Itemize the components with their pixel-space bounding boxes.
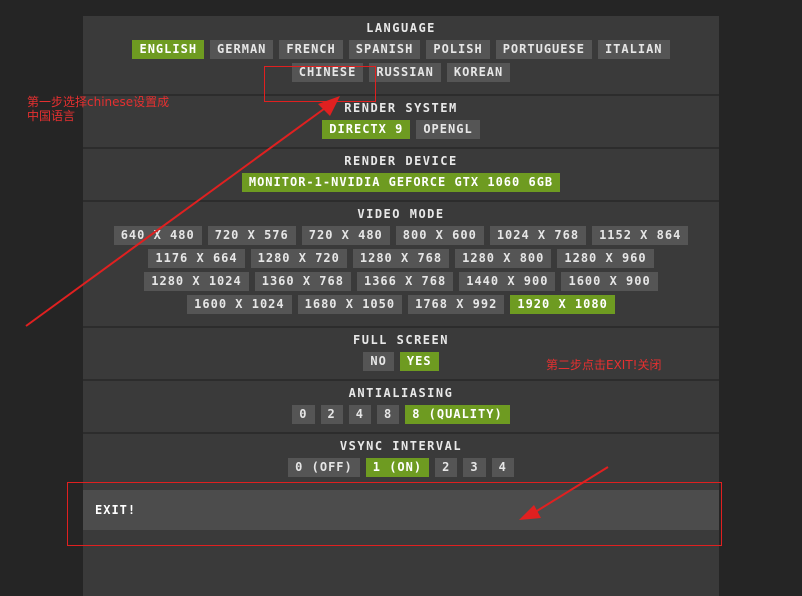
arrow-line-step1: [25, 105, 329, 327]
annotation-arrows: [25, 96, 609, 520]
arrow-head-step2: [519, 505, 541, 520]
arrow-line-step2: [531, 466, 609, 515]
arrow-head-step1: [318, 96, 340, 116]
